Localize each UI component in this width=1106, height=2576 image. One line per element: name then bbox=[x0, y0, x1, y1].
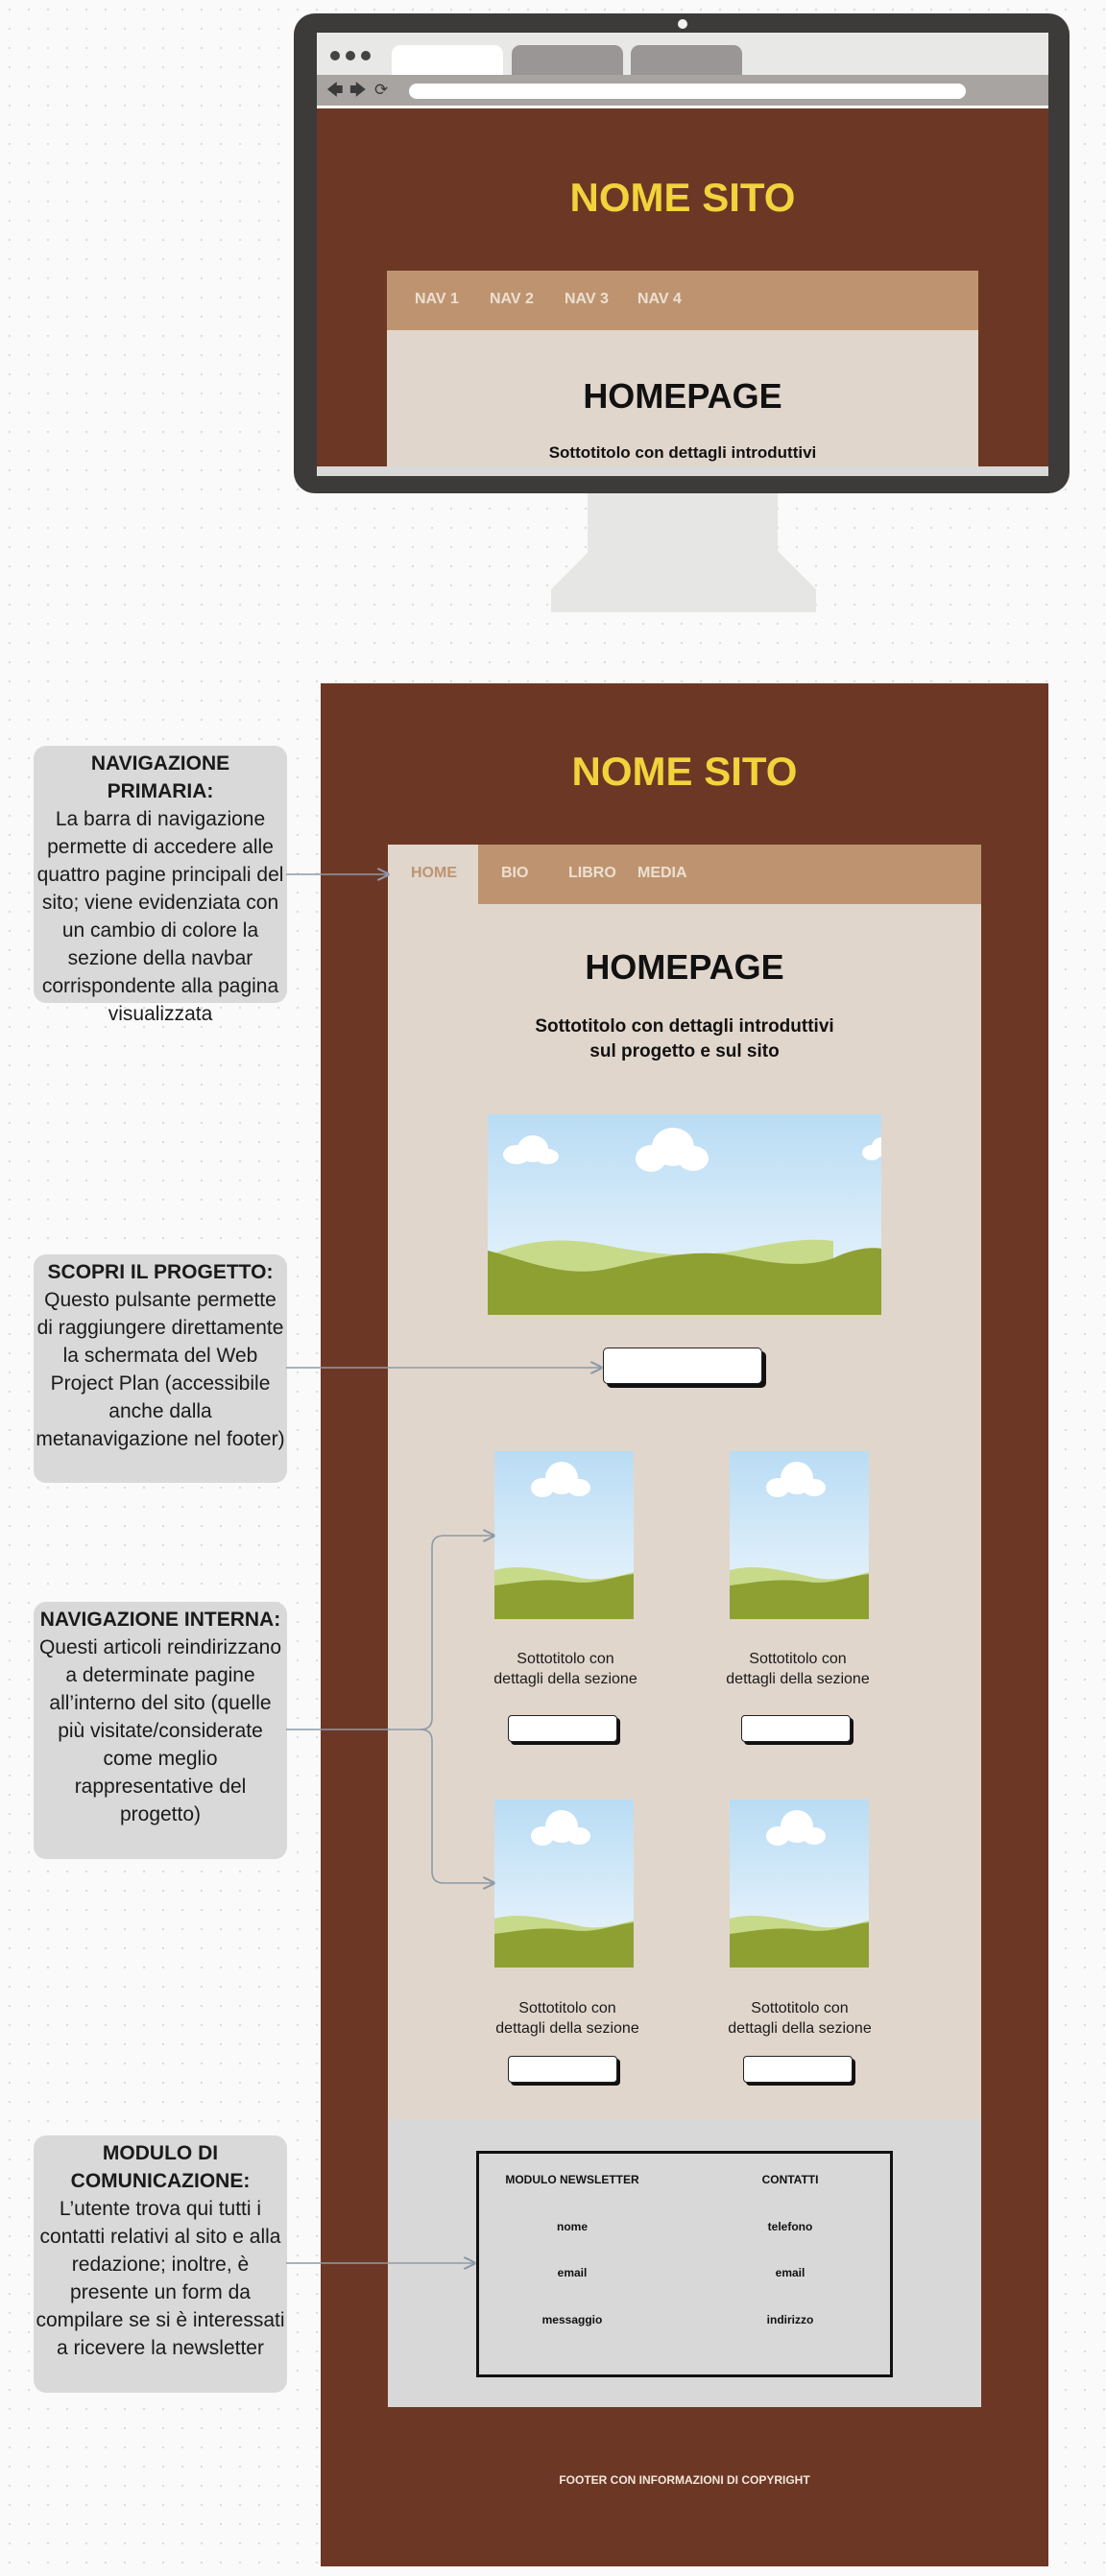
forward-arrow-icon: 🡆 bbox=[349, 81, 367, 100]
card-image-icon[interactable] bbox=[730, 1451, 869, 1619]
card-caption-line1: Sottotitolo con bbox=[517, 1651, 614, 1667]
card-button[interactable] bbox=[508, 1715, 617, 1742]
card-caption-line2: dettagli della sezione bbox=[726, 1671, 870, 1687]
annotation-discover-project: SCOPRI IL PROGETTO: Questo pulsante perm… bbox=[34, 1254, 287, 1483]
card-caption-line1: Sottotitolo con bbox=[751, 2000, 849, 2016]
contacts-title: CONTATTI bbox=[761, 2173, 819, 2186]
nav-item-media[interactable]: MEDIA bbox=[637, 865, 687, 882]
card-button[interactable] bbox=[743, 2056, 853, 2083]
preview-nav-item: NAV 3 bbox=[565, 291, 609, 307]
monitor-screen: 🡄 🡆 ⟳ NOME SITO NAV 1 NAV 2 NAV 3 NAV 4 … bbox=[317, 33, 1048, 476]
window-dot-icon bbox=[330, 51, 340, 60]
annotation-body: Questo pulsante permette di raggiungere … bbox=[36, 1289, 285, 1450]
card-caption: Sottotitolo con dettagli della sezione bbox=[711, 1649, 884, 1689]
nav-item-home[interactable]: HOME bbox=[411, 865, 457, 882]
annotation-body: Questi articoli reindirizzano a determin… bbox=[38, 1636, 282, 1825]
preview-nav-item: NAV 2 bbox=[490, 291, 534, 307]
browser-tab-active bbox=[392, 45, 503, 75]
footer-copyright: FOOTER CON INFORMAZIONI DI COPYRIGHT bbox=[559, 2473, 810, 2487]
card-caption-line2: dettagli della sezione bbox=[728, 2020, 872, 2037]
preview-nav-item: NAV 4 bbox=[637, 291, 682, 307]
annotation-body: La barra di navigazione permette di acce… bbox=[36, 808, 284, 1025]
nav-item-libro[interactable]: LIBRO bbox=[568, 865, 616, 882]
annotation-primary-navigation: NAVIGAZIONE PRIMARIA: La barra di naviga… bbox=[34, 746, 287, 1025]
card-caption-line1: Sottotitolo con bbox=[749, 1651, 847, 1667]
card-caption-line2: dettagli della sezione bbox=[493, 1671, 637, 1687]
preview-site-title: NOME SITO bbox=[569, 175, 796, 220]
newsletter-field-message[interactable]: messaggio bbox=[495, 2313, 649, 2326]
preview-nav-item: NAV 1 bbox=[415, 291, 459, 307]
annotation-title: MODULO DI COMUNICAZIONE: bbox=[70, 2142, 251, 2192]
monitor-stand-base bbox=[551, 551, 816, 612]
site-title: NOME SITO bbox=[571, 749, 798, 794]
camera-dot bbox=[678, 19, 687, 29]
back-arrow-icon: 🡄 bbox=[326, 81, 344, 100]
landscape-image-icon bbox=[488, 1114, 881, 1315]
card-image-icon[interactable] bbox=[494, 1800, 634, 1968]
window-dot-icon bbox=[361, 51, 371, 60]
page-heading: HOMEPAGE bbox=[585, 947, 784, 987]
screen-bottom-strip bbox=[317, 466, 1048, 476]
preview-subtitle: Sottotitolo con dettagli introduttivi bbox=[548, 443, 817, 462]
newsletter-field-name[interactable]: nome bbox=[495, 2220, 649, 2233]
card-caption-line1: Sottotitolo con bbox=[518, 2000, 616, 2016]
window-dot-icon bbox=[346, 51, 355, 60]
newsletter-title: MODULO NEWSLETTER bbox=[505, 2173, 639, 2186]
preview-heading: HOMEPAGE bbox=[583, 376, 782, 416]
card-caption-line2: dettagli della sezione bbox=[495, 2020, 639, 2037]
newsletter-field-email[interactable]: email bbox=[495, 2266, 649, 2279]
annotation-communication-module: MODULO DI COMUNICAZIONE: L’utente trova … bbox=[34, 2135, 287, 2393]
card-caption: Sottotitolo con dettagli della sezione bbox=[713, 1998, 886, 2039]
page-subtitle-line1: Sottotitolo con dettagli introduttivi bbox=[535, 1016, 834, 1037]
contact-email: email bbox=[775, 2266, 805, 2279]
page-subtitle-line2: sul progetto e sul sito bbox=[589, 1041, 780, 1061]
annotation-title: NAVIGAZIONE PRIMARIA: bbox=[90, 752, 230, 802]
nav-item-bio[interactable]: BIO bbox=[501, 865, 528, 882]
discover-project-button[interactable] bbox=[603, 1348, 762, 1384]
annotation-title: NAVIGAZIONE INTERNA: bbox=[39, 1609, 281, 1631]
card-caption: Sottotitolo con dettagli della sezione bbox=[479, 1649, 652, 1689]
card-image-icon[interactable] bbox=[494, 1451, 634, 1619]
contact-phone: telefono bbox=[767, 2220, 813, 2233]
reload-icon: ⟳ bbox=[374, 81, 389, 100]
annotation-body: L’utente trova qui tutti i contatti rela… bbox=[36, 2198, 285, 2359]
browser-tab bbox=[512, 45, 623, 75]
contact-address: indirizzo bbox=[766, 2313, 814, 2326]
card-button[interactable] bbox=[508, 2056, 617, 2083]
annotation-title: SCOPRI IL PROGETTO: bbox=[47, 1261, 274, 1283]
card-caption: Sottotitolo con dettagli della sezione bbox=[481, 1998, 654, 2039]
card-image-icon[interactable] bbox=[730, 1800, 869, 1968]
url-field bbox=[409, 83, 966, 99]
browser-tab bbox=[631, 45, 742, 75]
browser-address-bar: 🡄 🡆 ⟳ bbox=[317, 75, 1048, 106]
preview-navbar bbox=[387, 271, 978, 330]
annotation-internal-navigation: NAVIGAZIONE INTERNA: Questi articoli rei… bbox=[34, 1602, 287, 1859]
card-button[interactable] bbox=[741, 1715, 851, 1742]
page-subtitle: Sottotitolo con dettagli introduttivi su… bbox=[388, 1014, 981, 1064]
browser-divider bbox=[317, 106, 1048, 108]
